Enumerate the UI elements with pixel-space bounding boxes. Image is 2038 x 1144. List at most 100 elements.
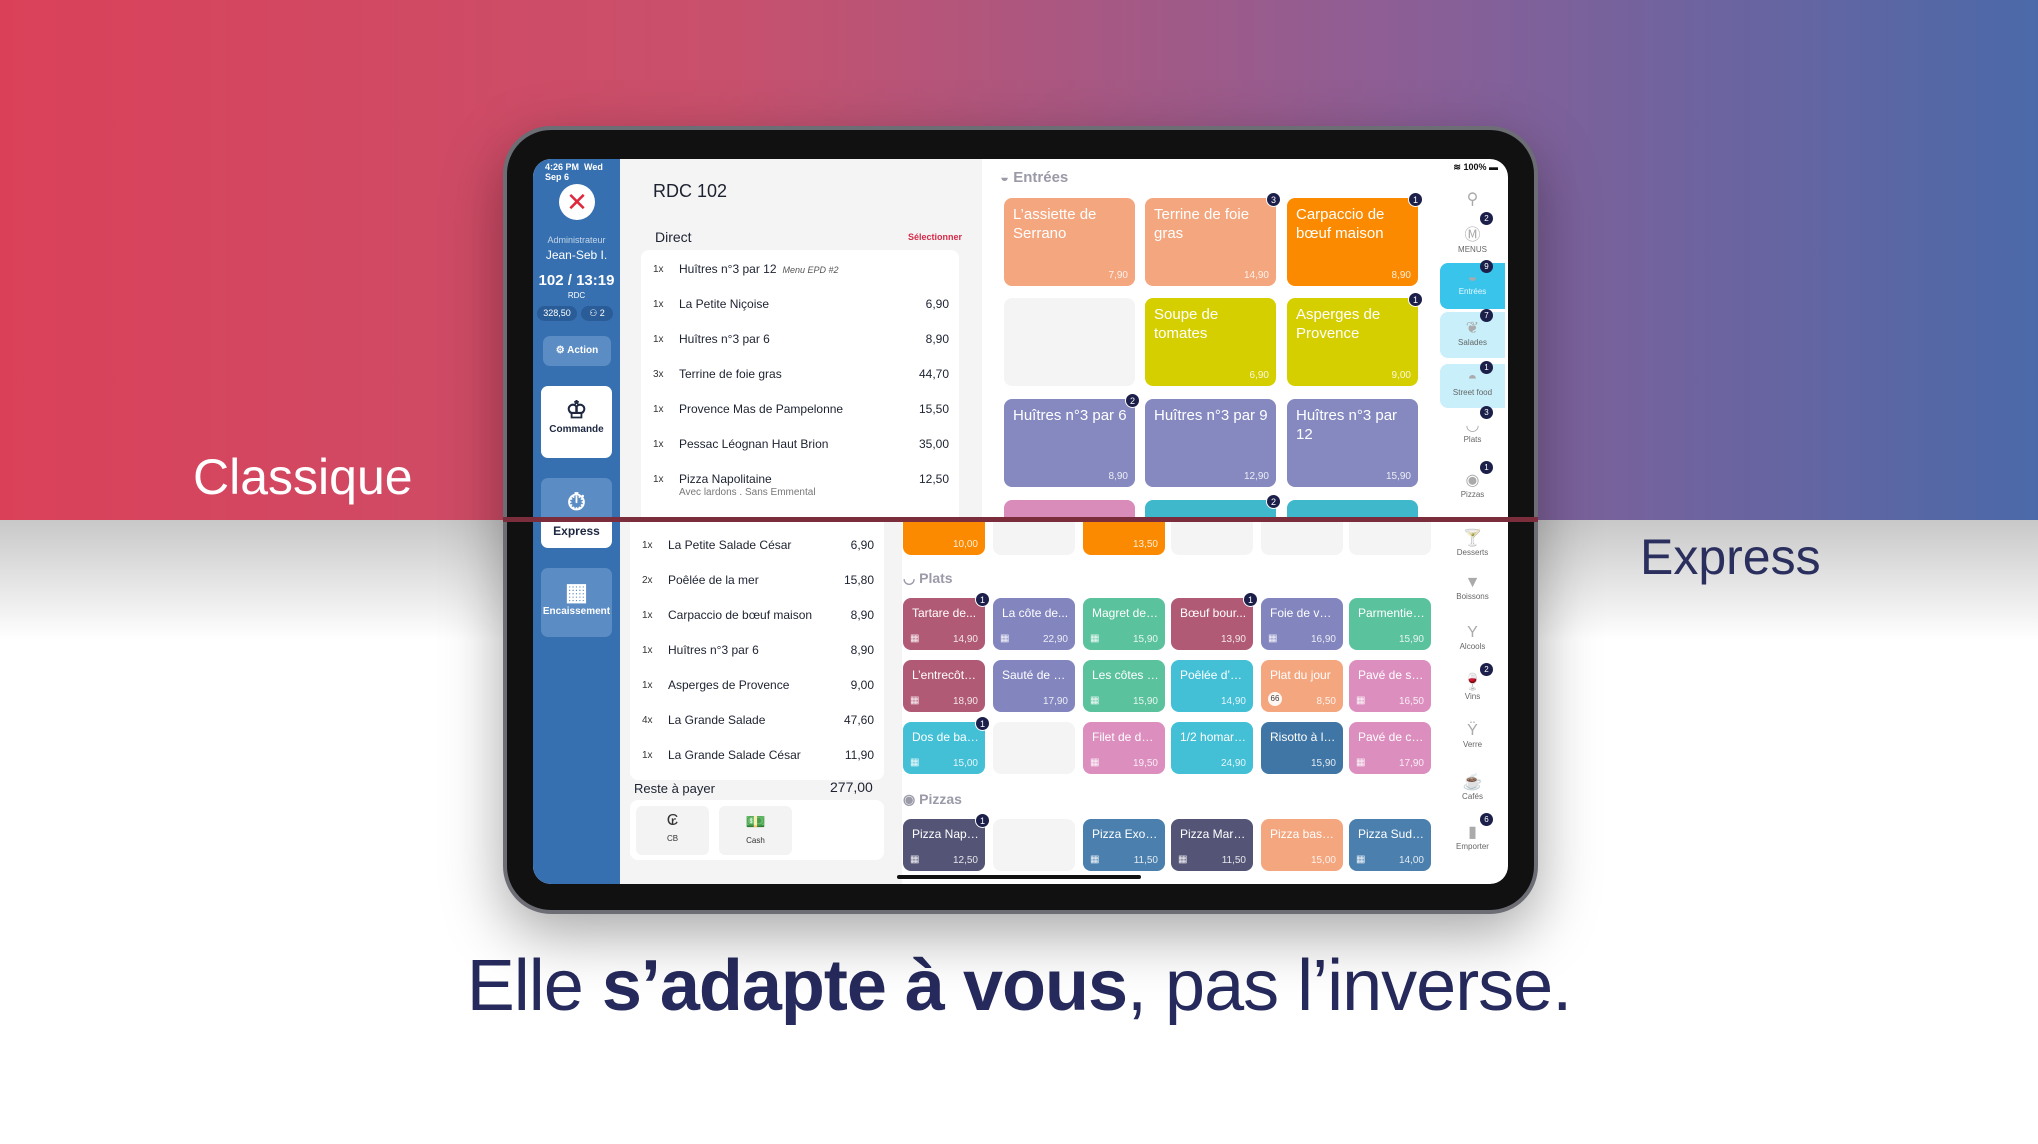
product-tile[interactable]: Plat du jour 8,50 66 xyxy=(1261,660,1343,712)
express-mode-button[interactable]: ⏱ xyxy=(541,478,612,520)
product-tile[interactable]: Huîtres n°3 par 12 15,90 xyxy=(1287,399,1418,487)
home-indicator[interactable] xyxy=(897,875,1141,879)
pay-cb-button[interactable]: ₢ CB xyxy=(636,806,709,855)
product-name: Asperges de Provence xyxy=(1296,306,1381,342)
product-tile[interactable]: Pizza Napo... 12,50 ▦ 1 xyxy=(903,813,990,871)
payment-methods: ₢ CB 💵 Cash xyxy=(630,800,884,860)
item-name: La Grande Salade xyxy=(668,713,766,727)
guest-count: ⚇ 2 xyxy=(581,306,613,321)
category-vins[interactable]: 🍷 Vins 2 xyxy=(1440,663,1505,710)
encaissement-button[interactable]: ▦ Encaissement xyxy=(541,568,612,637)
category-menus[interactable]: Ⓜ MENUS 2 xyxy=(1440,212,1505,259)
product-tile[interactable]: Magret de c... 15,90 ▦ xyxy=(1083,598,1165,650)
drink-icon: ▼ xyxy=(1464,574,1481,591)
product-tile[interactable]: Foie de veau 16,90 ▦ xyxy=(1261,598,1343,650)
count-badge: 1 xyxy=(1243,592,1258,607)
category-pizzas[interactable]: ◉ Pizzas 1 xyxy=(1440,461,1505,508)
category-search[interactable]: ⚲ xyxy=(1440,183,1505,213)
item-modifiers: Avec lardons . Sans Emmental xyxy=(679,487,816,498)
product-tile[interactable]: Soupe de tomates 6,90 xyxy=(1145,298,1276,386)
product-tile[interactable]: Dos de bar... 15,00 ▦ 1 xyxy=(903,716,990,774)
product-tile[interactable]: Pizza Exoti... 11,50 ▦ xyxy=(1083,819,1165,871)
product-tile[interactable]: Tartare de... 14,90 ▦ 1 xyxy=(903,592,990,650)
express-order-panel: 1x La Petite Salade César 6,90 2x Poêlée de … xyxy=(620,520,902,884)
item-quantity: 1x xyxy=(653,439,664,450)
grid-icon: ▦ xyxy=(1090,633,1100,644)
product-tile[interactable]: Sauté de ve... 17,90 xyxy=(993,660,1075,712)
empty-tile xyxy=(1171,520,1253,555)
empty-tile[interactable]: 13,50 xyxy=(1083,520,1165,555)
action-button[interactable]: ⚙ Action xyxy=(543,336,611,366)
grid-icon: ▦ xyxy=(1090,695,1100,706)
product-price: 18,90 xyxy=(952,696,978,707)
grid-icon: ▦ xyxy=(1090,854,1100,865)
category-emporter[interactable]: ▮ Emporter 6 xyxy=(1440,813,1505,860)
coffee-icon: ☕ xyxy=(1462,774,1483,791)
category-plats[interactable]: ◡ Plats 3 xyxy=(1440,406,1505,453)
split-divider xyxy=(503,517,1538,522)
product-tile[interactable]: Asperges de Provence 9,00 1 xyxy=(1287,292,1423,386)
product-tile[interactable]: Risotto à l’e... 15,90 xyxy=(1261,722,1343,774)
item-price: 47,60 xyxy=(843,713,874,727)
grid-icon: ▦ xyxy=(910,757,920,768)
product-tile[interactable]: Huîtres n°3 par 6 8,90 2 xyxy=(1004,393,1140,487)
category-label: Pizzas xyxy=(1460,490,1485,499)
product-tile[interactable]: L’assiette de Serrano 7,90 xyxy=(1004,198,1135,286)
product-tile[interactable]: La côte de... 22,90 ▦ xyxy=(993,598,1075,650)
item-name: La Grande Salade César xyxy=(668,748,801,762)
empty-tile[interactable]: 10,00 xyxy=(903,520,985,555)
product-tile[interactable]: Les côtes d’... 15,90 ▦ xyxy=(1083,660,1165,712)
category-desserts[interactable]: 🍸 Desserts xyxy=(1440,522,1505,566)
product-tile[interactable]: Pizza Sud-... 14,00 ▦ xyxy=(1349,819,1431,871)
tagline: Elle s’adapte à vous, pas l’inverse. xyxy=(0,945,2038,1027)
product-tile[interactable]: Parmentier... 15,90 xyxy=(1349,598,1431,650)
product-tile[interactable]: Pavé de sa... 16,50 ▦ xyxy=(1349,660,1431,712)
product-name: Poêlée d’en... xyxy=(1180,668,1247,682)
product-price: 8,90 xyxy=(1108,471,1128,482)
product-price: 15,00 xyxy=(1310,855,1336,866)
product-tile[interactable]: Filet de dau... 19,50 ▦ xyxy=(1083,722,1165,774)
item-price: 6,90 xyxy=(850,538,874,552)
order-panel: RDC 102 Direct Sélectionner 1x Huîtres n°… xyxy=(620,159,982,520)
select-link[interactable]: Sélectionner xyxy=(908,232,962,242)
product-name: Pizza Sud-... xyxy=(1358,827,1425,841)
product-tile[interactable]: Pizza Marg... 11,50 ▦ xyxy=(1171,819,1253,871)
product-tile[interactable]: L’entrecôte... 18,90 ▦ xyxy=(903,660,985,712)
burger-icon: ◓ xyxy=(1467,370,1478,387)
category-cafés[interactable]: ☕ Cafés xyxy=(1440,766,1505,810)
category-label: Desserts xyxy=(1456,548,1489,557)
category-salades[interactable]: ❦ Salades 7 xyxy=(1440,309,1505,358)
category-entrées[interactable]: ◒ Entrées 9 xyxy=(1440,260,1505,309)
product-tile[interactable]: Terrine de foie gras 14,90 3 xyxy=(1145,192,1281,286)
battery-status: ≋ 100% ▬ xyxy=(1453,162,1498,172)
category-street-food[interactable]: ◓ Street food 1 xyxy=(1440,361,1505,408)
product-name: Risotto à l’e... xyxy=(1270,730,1337,744)
commande-mode-button[interactable]: ♔ Commande xyxy=(541,386,612,458)
express-mode-button-active[interactable]: ⏱Express xyxy=(541,520,612,548)
product-tile[interactable]: Pizza base... 15,00 xyxy=(1261,819,1343,871)
close-button[interactable]: ✕ xyxy=(559,184,595,220)
product-tile[interactable]: 1/2 homard... 24,90 xyxy=(1171,722,1253,774)
dish-icon: ◡ xyxy=(903,570,920,586)
product-tile[interactable]: Bœuf bour... 13,90 1 xyxy=(1171,592,1258,650)
pay-cash-button[interactable]: 💵 Cash xyxy=(719,806,792,855)
product-price: 16,50 xyxy=(1398,696,1424,707)
tagline-post: , pas l’inverse. xyxy=(1127,946,1572,1026)
category-verre[interactable]: Ÿ Verre xyxy=(1440,716,1505,760)
product-price: 11,50 xyxy=(1221,855,1246,866)
product-name: Parmentier... xyxy=(1358,606,1425,620)
category-alcools[interactable]: Y Alcools xyxy=(1440,618,1505,662)
category-boissons[interactable]: ▼ Boissons xyxy=(1440,568,1505,612)
category-label: Vins xyxy=(1464,692,1481,701)
product-tile[interactable]: Huîtres n°3 par 9 12,90 xyxy=(1145,399,1276,487)
category-label: Verre xyxy=(1462,740,1483,749)
product-tile[interactable]: Pavé de ca... 17,90 ▦ xyxy=(1349,722,1431,774)
product-name: Pizza base... xyxy=(1270,827,1337,841)
item-price: 15,80 xyxy=(843,573,874,587)
count-badge: 7 xyxy=(1480,309,1493,322)
product-tile[interactable]: Poêlée d’en... 14,90 xyxy=(1171,660,1253,712)
empty-tile xyxy=(1261,520,1343,555)
grid-icon: ▦ xyxy=(1090,757,1100,768)
product-name: Filet de dau... xyxy=(1092,730,1159,744)
product-tile[interactable]: Carpaccio de bœuf maison 8,90 1 xyxy=(1287,192,1423,286)
